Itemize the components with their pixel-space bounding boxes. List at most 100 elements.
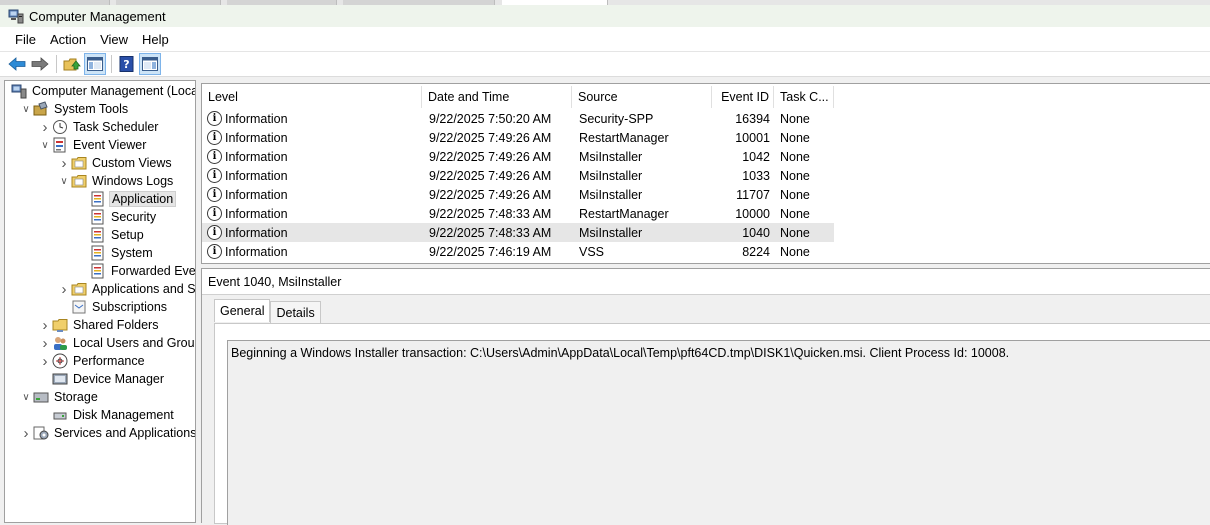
tree-item[interactable]: Setup (76, 226, 146, 244)
help-button[interactable]: ? (116, 53, 138, 75)
tree-item[interactable]: ∨ Storage (19, 388, 100, 406)
cell-task-category-text: None (780, 168, 810, 183)
chevron-down-icon[interactable]: ∨ (19, 388, 33, 406)
cell-event-id-text: 10001 (735, 130, 770, 145)
tree-item-label: Disk Management (73, 408, 174, 422)
information-icon: i (207, 206, 222, 221)
log-icon (90, 263, 106, 279)
tree-item[interactable]: Subscriptions (57, 298, 169, 316)
column-header-date-time[interactable]: Date and Time (422, 86, 572, 108)
column-header-source[interactable]: Source (572, 86, 712, 108)
show-hide-action-pane-icon (142, 57, 158, 71)
cell-task-category: None (780, 128, 834, 147)
show-hide-tree-icon (87, 57, 103, 71)
column-header-event-id[interactable]: Event ID (712, 86, 774, 108)
forward-icon (31, 57, 49, 71)
chevron-right-icon[interactable]: › (38, 352, 52, 370)
forward-button[interactable] (29, 53, 51, 75)
tree-item[interactable]: › Performance (38, 352, 147, 370)
tree-item[interactable]: System (76, 244, 155, 262)
table-row[interactable]: i Information 9/22/2025 7:50:20 AM Security… (202, 109, 834, 128)
information-icon: i (207, 149, 222, 164)
tree-item[interactable]: ∨ Windows Logs (57, 172, 175, 190)
tree-item-label: Applications and Se (92, 282, 196, 296)
tab-general[interactable]: General (214, 299, 271, 322)
title-bar: Computer Management (0, 5, 1210, 27)
cell-source-text: RestartManager (579, 130, 669, 145)
column-header-task-category[interactable]: Task C... (774, 86, 834, 108)
tab-details[interactable]: Details (270, 301, 321, 323)
tree-item-label: Local Users and Groups (73, 336, 196, 350)
cell-event-id-text: 1040 (742, 225, 770, 240)
chevron-down-icon[interactable]: ∨ (57, 172, 71, 190)
up-one-level-button[interactable] (61, 53, 83, 75)
column-header-level[interactable]: Level (202, 86, 422, 108)
tree-item-label: System Tools (54, 102, 129, 116)
chevron-right-icon[interactable]: › (38, 334, 52, 352)
menu-action[interactable]: Action (43, 32, 93, 47)
table-row[interactable]: i Information 9/22/2025 7:49:26 AM MsiInsta… (202, 147, 834, 166)
tree-item[interactable]: › Task Scheduler (38, 118, 160, 136)
cell-date-time-text: 9/22/2025 7:49:26 AM (429, 187, 552, 202)
tree-item[interactable]: ∨ System Tools (19, 100, 130, 118)
tree-item-label: Forwarded Event (111, 264, 196, 278)
cell-date-time-text: 9/22/2025 7:48:33 AM (429, 225, 552, 240)
tree-item[interactable]: Application (76, 190, 177, 208)
folder-icon (71, 281, 87, 297)
cell-task-category-text: None (780, 206, 810, 221)
tree-item[interactable]: Computer Management (Local (7, 82, 195, 100)
back-button[interactable] (6, 53, 28, 75)
cell-level: i Information (207, 204, 422, 223)
table-row[interactable]: i Information 9/22/2025 7:48:33 AM RestartM… (202, 204, 834, 223)
show-hide-console-tree-button[interactable] (84, 53, 106, 75)
tree-item[interactable]: Forwarded Event (76, 262, 196, 280)
cell-date-time: 9/22/2025 7:49:26 AM (429, 166, 572, 185)
tree-item[interactable]: Disk Management (38, 406, 176, 424)
chevron-right-icon[interactable]: › (19, 424, 33, 442)
chevron-right-icon[interactable]: › (57, 280, 71, 298)
table-row[interactable]: i Information 9/22/2025 7:46:19 AM VSS 8224 N… (202, 242, 834, 261)
tree-item[interactable]: › Custom Views (57, 154, 174, 172)
event-message[interactable]: Beginning a Windows Installer transactio… (227, 340, 1210, 525)
vertical-splitter[interactable] (196, 80, 200, 523)
tree-item[interactable]: › Shared Folders (38, 316, 160, 334)
table-row[interactable]: i Information 9/22/2025 7:49:26 AM RestartM… (202, 128, 834, 147)
tree-item[interactable]: Device Manager (38, 370, 166, 388)
cell-level-text: Information (225, 130, 288, 145)
chevron-right-icon[interactable]: › (38, 118, 52, 136)
menu-help[interactable]: Help (135, 32, 176, 47)
menu-view[interactable]: View (93, 32, 135, 47)
event-list[interactable]: Level Date and Time Source Event ID Task… (201, 83, 1210, 264)
clock-icon (52, 119, 68, 135)
tree-item-label: Security (111, 210, 157, 224)
menu-file[interactable]: File (8, 32, 43, 47)
cell-date-time-text: 9/22/2025 7:49:26 AM (429, 168, 552, 183)
tree-item[interactable]: › Applications and Se (57, 280, 196, 298)
log-icon (90, 209, 106, 225)
table-row[interactable]: i Information 9/22/2025 7:48:33 AM MsiInsta… (202, 223, 834, 242)
tree-item[interactable]: › Local Users and Groups (38, 334, 196, 352)
cell-level-text: Information (225, 244, 288, 259)
table-row[interactable]: i Information 9/22/2025 7:49:26 AM MsiInsta… (202, 185, 834, 204)
table-row[interactable]: i Information 9/22/2025 7:49:26 AM MsiInsta… (202, 166, 834, 185)
folder-icon (71, 173, 87, 189)
information-icon: i (207, 244, 222, 259)
show-hide-action-pane-button[interactable] (139, 53, 161, 75)
cell-level: i Information (207, 109, 422, 128)
cell-source: MsiInstaller (579, 223, 712, 242)
tree-item[interactable]: Security (76, 208, 158, 226)
chevron-right-icon[interactable]: › (57, 154, 71, 172)
chevron-down-icon[interactable]: ∨ (38, 136, 52, 154)
tree-item[interactable]: ∨ Event Viewer (38, 136, 148, 154)
back-icon (8, 57, 26, 71)
chevron-right-icon[interactable]: › (38, 316, 52, 334)
console-tree[interactable]: Computer Management (Local ∨ System Tools ›… (4, 80, 196, 523)
chevron-down-icon[interactable]: ∨ (19, 100, 33, 118)
log-icon (90, 191, 106, 207)
tree-item[interactable]: › Services and Applications (19, 424, 196, 442)
